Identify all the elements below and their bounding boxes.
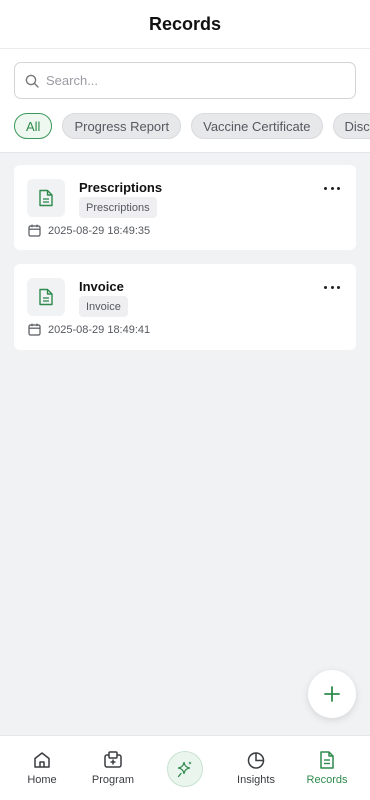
search-input[interactable]: [46, 73, 336, 88]
more-options-icon[interactable]: [324, 180, 340, 196]
record-date: 2025-08-29 18:49:41: [28, 323, 150, 336]
nav-program-label: Program: [91, 774, 135, 786]
document-icon: [27, 179, 65, 217]
record-card[interactable]: Prescriptions Prescriptions 2025-08-29 1…: [14, 165, 356, 250]
filter-chip-vaccine-certificate[interactable]: Vaccine Certificate: [191, 113, 323, 139]
add-record-button[interactable]: [308, 670, 356, 718]
record-tag: Invoice: [79, 296, 128, 317]
bottom-navigation: Home Program Insights Records: [0, 735, 370, 800]
filter-chip-all[interactable]: All: [14, 113, 53, 139]
nav-records-label: Records: [306, 774, 348, 786]
nav-insights-label: Insights: [237, 774, 275, 786]
nav-program[interactable]: Program: [88, 736, 138, 800]
filter-chip-discharge[interactable]: Discharge Summary: [332, 113, 370, 139]
calendar-icon: [28, 323, 41, 336]
nav-home-label: Home: [27, 774, 57, 786]
ai-assistant-button[interactable]: [167, 751, 203, 787]
record-date-text: 2025-08-29 18:49:41: [48, 323, 151, 336]
nav-insights[interactable]: Insights: [234, 736, 278, 800]
search-icon: [25, 74, 39, 88]
record-title: Invoice: [79, 279, 124, 294]
page-title: Records: [148, 13, 222, 34]
app-header: Records: [0, 0, 370, 49]
record-date-text: 2025-08-29 18:49:35: [48, 224, 151, 237]
record-tag: Prescriptions: [79, 197, 157, 218]
document-icon: [27, 278, 65, 316]
document-icon: [320, 751, 334, 769]
pie-chart-icon: [247, 752, 265, 769]
nav-records[interactable]: Records: [304, 736, 350, 800]
record-date: 2025-08-29 18:49:35: [28, 224, 150, 237]
search-box[interactable]: [14, 62, 356, 99]
calendar-icon: [28, 224, 41, 237]
plus-icon: [324, 686, 340, 702]
record-card[interactable]: Invoice Invoice 2025-08-29 18:49:41: [14, 264, 356, 350]
sparkle-icon: [177, 761, 192, 778]
filter-chips: All Progress Report Vaccine Certificate …: [14, 113, 370, 139]
more-options-icon[interactable]: [324, 279, 340, 295]
search-section: All Progress Report Vaccine Certificate …: [0, 49, 370, 153]
home-icon: [34, 752, 50, 768]
program-icon: [104, 751, 122, 768]
record-title: Prescriptions: [79, 180, 163, 195]
filter-chip-progress-report[interactable]: Progress Report: [62, 113, 182, 139]
nav-home[interactable]: Home: [22, 736, 62, 800]
